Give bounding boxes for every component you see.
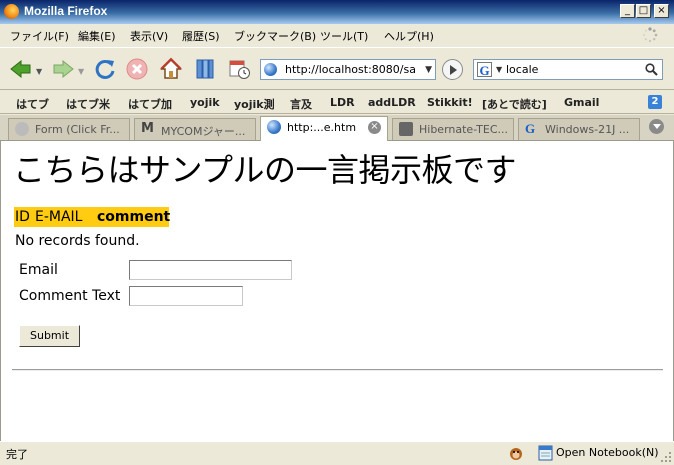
browser-window: Mozilla Firefox _ □ × ファイル(F) 編集(E) 表示(V… — [0, 0, 674, 464]
maximize-button[interactable]: □ — [636, 4, 651, 18]
forward-icon[interactable] — [50, 56, 76, 82]
comment-label: Comment Text — [19, 288, 121, 304]
tab-label: Hibernate-TEC... — [419, 123, 508, 136]
divider — [12, 369, 663, 371]
bookmark-item[interactable]: Gmail — [564, 96, 599, 109]
bookmark-item[interactable]: [あとで読む] — [482, 96, 547, 112]
tab[interactable]: M MYCOMジャー... — [134, 118, 256, 140]
bookmark-item[interactable]: Stikkit! — [427, 96, 473, 109]
column-header-comment: comment — [96, 207, 171, 227]
menu-edit[interactable]: 編集(E) — [78, 28, 116, 44]
tab-favicon-icon — [399, 122, 413, 136]
tab-label: Windows-21J ... — [545, 123, 630, 136]
title-bar: Mozilla Firefox _ □ × — [0, 0, 674, 24]
bookmark-item[interactable]: 言及 — [290, 96, 312, 112]
google-engine-icon[interactable]: G — [477, 62, 492, 78]
navigation-toolbar: ▼ ▼ http://localhost:8080/sar ▼ G ▼ loca… — [0, 47, 674, 90]
menu-help[interactable]: ヘルプ(H) — [384, 28, 434, 44]
tab-label: MYCOMジャー... — [161, 125, 246, 138]
engine-dropdown-icon[interactable]: ▼ — [496, 65, 502, 74]
url-text[interactable]: http://localhost:8080/sar — [285, 63, 415, 76]
bookmarks-toolbar: はてブ はてブ米 はてブ加 yojik yojik測 言及 LDR addLDR… — [0, 90, 674, 114]
page-content: こちらはサンプルの一言掲示板です ID E-MAIL comment No re… — [0, 141, 674, 441]
bookmark-item[interactable]: LDR — [330, 96, 355, 109]
email-field[interactable] — [129, 260, 292, 280]
column-header-email: E-MAIL — [34, 207, 96, 227]
window-title: Mozilla Firefox — [24, 4, 108, 18]
menu-view[interactable]: 表示(V) — [130, 28, 168, 44]
tab-bar: Form (Click Fr... M MYCOMジャー... http:...… — [0, 115, 674, 141]
resize-grip-icon[interactable] — [660, 451, 672, 463]
google-favicon-icon: G — [525, 121, 536, 136]
close-button[interactable]: × — [654, 4, 669, 18]
back-dropdown-icon[interactable]: ▼ — [36, 67, 42, 76]
tab[interactable]: G Windows-21J ... — [518, 118, 640, 140]
mycom-favicon-icon: M — [141, 121, 154, 136]
submit-button[interactable]: Submit — [19, 325, 80, 347]
menu-bar: ファイル(F) 編集(E) 表示(V) 履歴(S) ブックマーク(B) ツール(… — [0, 24, 674, 46]
bookmark-item[interactable]: はてブ — [16, 96, 49, 112]
history-icon[interactable] — [226, 56, 252, 82]
bookmark-item[interactable]: yojik測 — [234, 96, 275, 112]
menu-file[interactable]: ファイル(F) — [10, 28, 69, 44]
menu-history[interactable]: 履歴(S) — [182, 28, 220, 44]
search-bar[interactable]: G ▼ locale — [473, 59, 663, 80]
globe-favicon-icon — [267, 120, 281, 134]
greasemonkey-icon[interactable] — [508, 445, 524, 461]
bookmarks-overflow-icon[interactable]: 2 — [648, 95, 662, 109]
empty-message: No records found. — [15, 233, 140, 249]
tab-list-icon[interactable] — [649, 119, 664, 134]
comment-field[interactable] — [129, 286, 243, 306]
home-icon[interactable] — [158, 56, 184, 82]
url-bar[interactable]: http://localhost:8080/sar ▼ — [260, 59, 436, 80]
bookmarks-sidebar-icon[interactable] — [192, 56, 218, 82]
site-globe-icon — [264, 63, 277, 76]
tab[interactable]: Hibernate-TEC... — [392, 118, 514, 140]
tab-favicon-icon — [15, 122, 29, 136]
go-button[interactable] — [442, 59, 463, 80]
tab[interactable]: Form (Click Fr... — [8, 118, 130, 140]
bookmark-item[interactable]: はてブ米 — [66, 96, 110, 112]
tab-active[interactable]: http:...e.htm × — [260, 116, 388, 141]
stop-icon[interactable] — [124, 56, 150, 82]
page-title: こちらはサンプルの一言掲示板です — [13, 151, 517, 189]
notebook-icon[interactable] — [538, 445, 553, 461]
status-text: 完了 — [6, 448, 28, 461]
bookmark-item[interactable]: はてブ加 — [128, 96, 172, 112]
back-icon[interactable] — [8, 56, 34, 82]
url-dropdown-icon[interactable]: ▼ — [425, 65, 432, 75]
forward-dropdown-icon[interactable]: ▼ — [78, 67, 84, 76]
search-input[interactable]: locale — [506, 63, 538, 76]
reload-icon[interactable] — [92, 56, 118, 82]
minimize-button[interactable]: _ — [620, 4, 635, 18]
menu-tools[interactable]: ツール(T) — [320, 28, 368, 44]
close-tab-icon[interactable]: × — [368, 121, 381, 134]
throbber-icon — [643, 27, 658, 43]
column-header-id: ID — [14, 207, 34, 227]
search-icon[interactable] — [645, 63, 658, 76]
menu-bookmarks[interactable]: ブックマーク(B) — [234, 28, 316, 44]
status-bar: 完了 Open Notebook(N) — [0, 441, 674, 465]
tab-label: http:...e.htm — [287, 121, 357, 134]
open-notebook-link[interactable]: Open Notebook(N) — [556, 446, 659, 459]
email-label: Email — [19, 262, 58, 278]
tab-label: Form (Click Fr... — [35, 123, 120, 136]
bookmark-item[interactable]: addLDR — [368, 96, 416, 109]
bookmark-item[interactable]: yojik — [190, 96, 220, 109]
firefox-icon — [4, 4, 19, 19]
